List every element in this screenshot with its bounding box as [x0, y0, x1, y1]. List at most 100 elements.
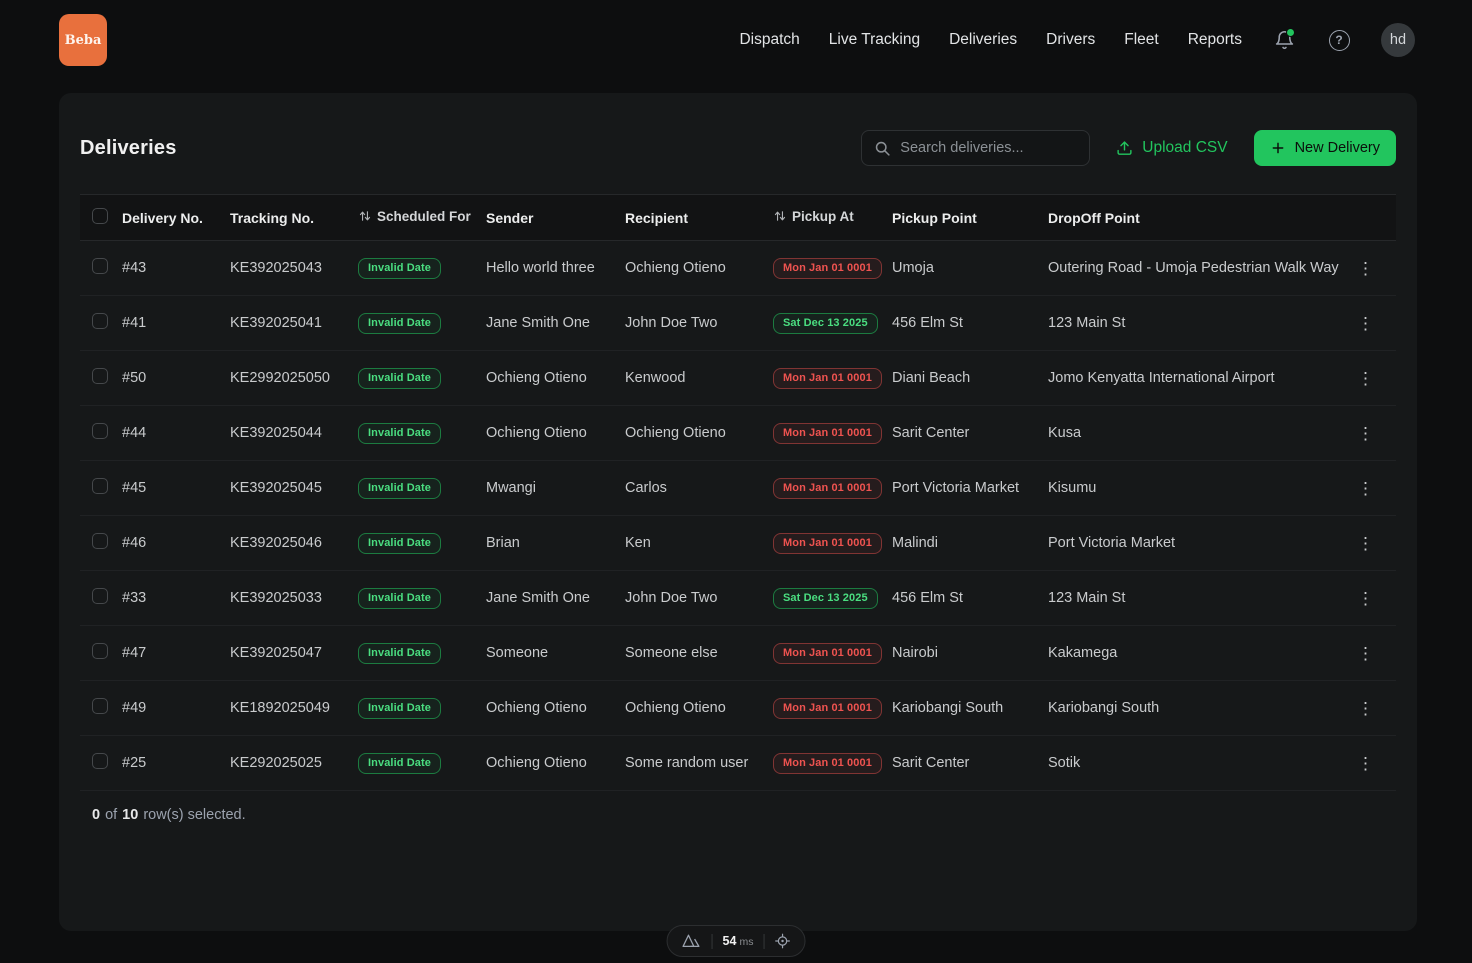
row-checkbox[interactable]	[92, 588, 108, 604]
of-word: of	[105, 807, 117, 823]
nav-item-dispatch[interactable]: Dispatch	[739, 31, 799, 49]
latency-value: 54	[723, 934, 737, 948]
search-input[interactable]	[900, 140, 1087, 156]
tracking-no-cell: KE392025047	[230, 626, 358, 681]
row-checkbox[interactable]	[92, 313, 108, 329]
nav-item-drivers[interactable]: Drivers	[1046, 31, 1095, 49]
column-header-pickup-at[interactable]: Pickup At	[773, 209, 854, 224]
row-actions-button[interactable]: ⋮	[1349, 531, 1382, 556]
table-row: #49 KE1892025049 Invalid Date Ochieng Ot…	[80, 681, 1396, 736]
sort-icon	[773, 209, 787, 223]
row-actions-button[interactable]: ⋮	[1349, 586, 1382, 611]
row-checkbox[interactable]	[92, 423, 108, 439]
sender-cell: Jane Smith One	[486, 571, 625, 626]
column-header-tracking-no: Tracking No.	[230, 195, 358, 241]
recipient-cell: Ochieng Otieno	[625, 406, 773, 461]
recipient-cell: Carlos	[625, 461, 773, 516]
delivery-no-cell: #25	[122, 736, 230, 791]
recipient-cell: Someone else	[625, 626, 773, 681]
new-delivery-button[interactable]: New Delivery	[1254, 130, 1396, 166]
deliveries-table: Delivery No. Tracking No. Scheduled For …	[80, 194, 1396, 791]
pickup-point-cell: Nairobi	[892, 626, 1048, 681]
help-button[interactable]: ?	[1326, 27, 1352, 53]
dropoff-point-cell: Port Victoria Market	[1048, 516, 1346, 571]
app-logo[interactable]: Beba	[59, 14, 107, 66]
column-header-scheduled-for[interactable]: Scheduled For	[358, 209, 471, 224]
row-actions-button[interactable]: ⋮	[1349, 421, 1382, 446]
tracking-no-cell: KE292025025	[230, 736, 358, 791]
table-row: #33 KE392025033 Invalid Date Jane Smith …	[80, 571, 1396, 626]
row-checkbox[interactable]	[92, 643, 108, 659]
row-checkbox[interactable]	[92, 533, 108, 549]
table-row: #50 KE2992025050 Invalid Date Ochieng Ot…	[80, 351, 1396, 406]
nav-item-fleet[interactable]: Fleet	[1124, 31, 1158, 49]
row-checkbox[interactable]	[92, 478, 108, 494]
devtools-logo-button[interactable]	[682, 933, 702, 949]
recipient-cell: Kenwood	[625, 351, 773, 406]
table-row: #47 KE392025047 Invalid Date Someone Som…	[80, 626, 1396, 681]
total-count: 10	[122, 807, 138, 823]
recipient-cell: John Doe Two	[625, 296, 773, 351]
pickup-point-cell: Kariobangi South	[892, 681, 1048, 736]
latency-unit: ms	[739, 936, 753, 948]
table-body: #43 KE392025043 Invalid Date Hello world…	[80, 241, 1396, 791]
pickup-at-badge: Mon Jan 01 0001	[773, 643, 882, 664]
pickup-at-badge: Mon Jan 01 0001	[773, 753, 882, 774]
dropoff-point-cell: Jomo Kenyatta International Airport	[1048, 351, 1346, 406]
dropoff-point-cell: Outering Road - Umoja Pedestrian Walk Wa…	[1048, 241, 1346, 296]
row-actions-button[interactable]: ⋮	[1349, 696, 1382, 721]
nav-item-deliveries[interactable]: Deliveries	[949, 31, 1017, 49]
row-checkbox[interactable]	[92, 698, 108, 714]
tracking-no-cell: KE392025044	[230, 406, 358, 461]
row-actions-button[interactable]: ⋮	[1349, 256, 1382, 281]
scheduled-for-badge: Invalid Date	[358, 258, 441, 279]
selected-count: 0	[92, 807, 100, 823]
pickup-point-cell: 456 Elm St	[892, 571, 1048, 626]
selection-suffix: row(s) selected.	[143, 807, 245, 823]
sender-cell: Ochieng Otieno	[486, 736, 625, 791]
user-avatar[interactable]: hd	[1381, 23, 1415, 57]
delivery-no-cell: #49	[122, 681, 230, 736]
scheduled-for-badge: Invalid Date	[358, 753, 441, 774]
latency-readout: 54 ms	[723, 934, 754, 948]
top-navigation-bar: Beba Dispatch Live Tracking Deliveries D…	[0, 0, 1472, 80]
row-actions-button[interactable]: ⋮	[1349, 366, 1382, 391]
deliveries-card: Deliveries Upload CSV	[59, 93, 1417, 931]
scheduled-for-badge: Invalid Date	[358, 423, 441, 444]
row-checkbox[interactable]	[92, 368, 108, 384]
scheduled-for-badge: Invalid Date	[358, 533, 441, 554]
delivery-no-cell: #41	[122, 296, 230, 351]
dropoff-point-cell: Kakamega	[1048, 626, 1346, 681]
scheduled-for-badge: Invalid Date	[358, 368, 441, 389]
row-checkbox[interactable]	[92, 753, 108, 769]
recipient-cell: Ochieng Otieno	[625, 241, 773, 296]
sort-icon	[358, 209, 372, 223]
divider	[763, 934, 764, 949]
devtools-preferences-button[interactable]	[774, 933, 790, 949]
scheduled-for-badge: Invalid Date	[358, 588, 441, 609]
pickup-point-cell: Sarit Center	[892, 736, 1048, 791]
dropoff-point-cell: Kariobangi South	[1048, 681, 1346, 736]
notification-dot	[1286, 28, 1295, 37]
select-all-checkbox[interactable]	[92, 208, 108, 224]
nav-item-live-tracking[interactable]: Live Tracking	[829, 31, 920, 49]
sender-cell: Brian	[486, 516, 625, 571]
row-actions-button[interactable]: ⋮	[1349, 476, 1382, 501]
search-icon	[874, 140, 891, 157]
selection-summary: 0 of 10 row(s) selected.	[80, 791, 1396, 823]
delivery-no-cell: #43	[122, 241, 230, 296]
tracking-no-cell: KE2992025050	[230, 351, 358, 406]
row-checkbox[interactable]	[92, 258, 108, 274]
row-actions-button[interactable]: ⋮	[1349, 641, 1382, 666]
row-actions-button[interactable]: ⋮	[1349, 751, 1382, 776]
column-header-delivery-no: Delivery No.	[122, 195, 230, 241]
notifications-button[interactable]	[1271, 27, 1297, 53]
upload-csv-button[interactable]: Upload CSV	[1116, 139, 1227, 157]
row-actions-button[interactable]: ⋮	[1349, 311, 1382, 336]
dropoff-point-cell: 123 Main St	[1048, 571, 1346, 626]
nav-item-reports[interactable]: Reports	[1188, 31, 1242, 49]
pickup-at-badge: Mon Jan 01 0001	[773, 368, 882, 389]
recipient-cell: Some random user	[625, 736, 773, 791]
page-title: Deliveries	[80, 137, 177, 160]
dropoff-point-cell: Kisumu	[1048, 461, 1346, 516]
